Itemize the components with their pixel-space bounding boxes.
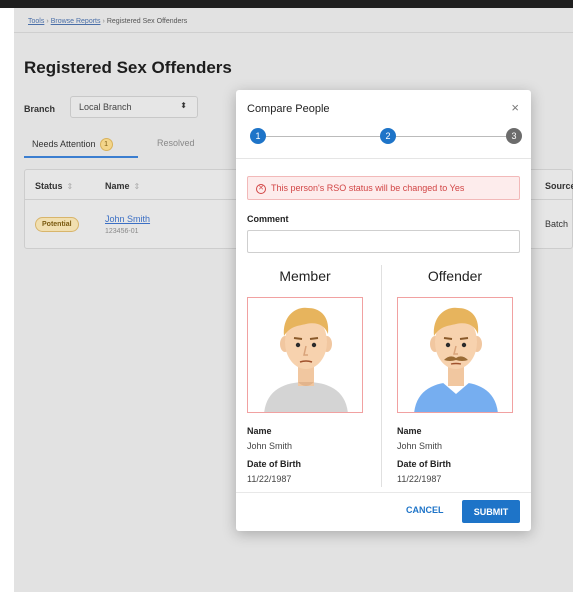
stepper: 1 2 3	[250, 128, 522, 144]
status-badge: Potential	[35, 217, 79, 232]
column-header-status[interactable]: Status ⇕	[35, 181, 73, 191]
offender-portrait	[397, 297, 513, 413]
breadcrumb-current: Registered Sex Offenders	[106, 18, 188, 25]
member-portrait	[247, 297, 363, 413]
step-connector	[266, 136, 380, 137]
member-dob: 11/22/1987	[247, 474, 292, 484]
source-value: Batch	[545, 219, 569, 229]
person-id: 123456-01	[105, 228, 139, 235]
offender-dob: 11/22/1987	[397, 474, 442, 484]
column-divider	[381, 265, 382, 487]
column-header-name[interactable]: Name ⇕	[105, 181, 140, 191]
member-avatar-icon	[264, 307, 348, 412]
column-header-label: Status	[35, 181, 63, 191]
breadcrumb: Tools › Browse Reports › Registered Sex Offe…	[14, 11, 573, 33]
sort-icon: ⇕	[66, 182, 74, 191]
comment-label: Comment	[247, 214, 289, 224]
step-1: 1	[250, 128, 266, 144]
comment-input[interactable]	[247, 230, 520, 253]
top-bar	[0, 0, 573, 8]
breadcrumb-tools[interactable]: Tools	[28, 18, 44, 25]
person-name-link[interactable]: John Smith	[105, 214, 150, 224]
error-circle-icon: ✕	[256, 183, 266, 194]
member-dob-label: Date of Birth	[247, 459, 301, 469]
member-heading: Member	[279, 268, 331, 284]
step-3: 3	[506, 128, 522, 144]
tab-needs-attention[interactable]: Needs Attention 1	[32, 138, 113, 151]
breadcrumb-separator: ›	[46, 18, 49, 25]
branch-select[interactable]: Local Branch ⬍	[70, 96, 198, 118]
offender-avatar-icon	[414, 307, 498, 412]
breadcrumb-separator: ›	[102, 18, 105, 25]
footer-divider	[236, 492, 531, 493]
member-name-label: Name	[247, 426, 272, 436]
divider	[236, 158, 531, 159]
offender-dob-label: Date of Birth	[397, 459, 451, 469]
chevron-updown-icon: ⬍	[180, 101, 187, 110]
cancel-button[interactable]: CANCEL	[406, 505, 444, 515]
active-tab-indicator	[24, 156, 138, 158]
offender-name-label: Name	[397, 426, 422, 436]
page-title: Registered Sex Offenders	[24, 58, 232, 77]
status-change-alert: ✕ This person's RSO status will be change…	[247, 176, 520, 200]
breadcrumb-browse-reports[interactable]: Browse Reports	[51, 18, 101, 25]
compare-people-modal: Compare People × 1 2 3 ✕ This person's RS…	[236, 90, 531, 531]
submit-button[interactable]: SUBMIT	[462, 500, 520, 523]
alert-message: This person's RSO status will be changed…	[271, 183, 465, 193]
count-badge: 1	[99, 138, 113, 151]
branch-select-value: Local Branch	[79, 102, 132, 112]
tab-label: Needs Attention	[32, 138, 96, 149]
tab-bar: Needs Attention 1 Resolved	[24, 134, 244, 160]
modal-title: Compare People	[247, 103, 330, 115]
sort-icon: ⇕	[133, 182, 141, 191]
tab-resolved[interactable]: Resolved	[157, 138, 195, 148]
offender-heading: Offender	[427, 268, 483, 284]
branch-label: Branch	[24, 104, 56, 114]
step-connector	[396, 136, 506, 137]
step-2: 2	[380, 128, 396, 144]
member-name: John Smith	[247, 441, 293, 451]
column-header-label: Name	[105, 181, 130, 191]
offender-name: John Smith	[397, 441, 443, 451]
close-icon[interactable]: ×	[511, 100, 519, 115]
column-header-source[interactable]: Source	[545, 181, 573, 191]
